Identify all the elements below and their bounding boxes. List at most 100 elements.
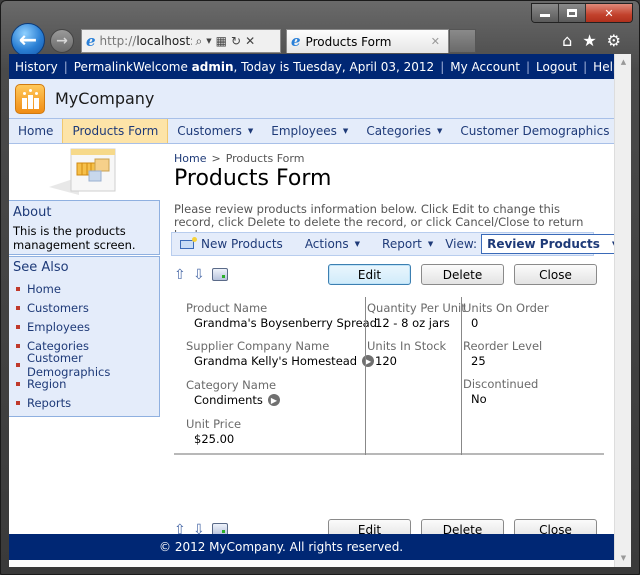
page-footer: © 2012 MyCompany. All rights reserved. bbox=[9, 534, 614, 560]
field-value: Grandma Kelly's Homestead ▶ bbox=[186, 354, 375, 368]
new-products-button[interactable]: New Products bbox=[172, 236, 291, 251]
field-value: Condiments ▶ bbox=[186, 393, 280, 407]
field-value: $25.00 bbox=[194, 432, 235, 446]
see-also-customer-demographics[interactable]: Customer Demographics bbox=[13, 351, 155, 379]
forward-button[interactable]: → bbox=[50, 29, 74, 53]
new-tab-button[interactable] bbox=[449, 29, 476, 53]
view-selected-value: Review Products bbox=[487, 237, 600, 251]
search-icon[interactable]: ⌕ bbox=[196, 34, 203, 49]
report-menu[interactable]: Report ▼ bbox=[368, 237, 441, 251]
see-also-panel: See Also Home Customers Employees Catego… bbox=[9, 256, 160, 417]
vertical-scrollbar[interactable]: ▲ ▼ bbox=[614, 54, 631, 567]
edit-button[interactable]: Edit bbox=[328, 264, 411, 285]
see-also-label: Region bbox=[27, 376, 67, 391]
browser-tab[interactable]: e Products Form ✕ bbox=[286, 29, 449, 53]
history-link[interactable]: History bbox=[15, 60, 58, 74]
address-url[interactable]: http://localhost:2 bbox=[100, 34, 192, 48]
see-also-home[interactable]: Home bbox=[13, 279, 155, 298]
welcome-date: , Today is Tuesday, April 03, 2012 bbox=[233, 59, 435, 74]
breadcrumb-home[interactable]: Home bbox=[174, 152, 206, 165]
go-to-category-icon[interactable]: ▶ bbox=[267, 394, 280, 406]
search-dropdown-icon[interactable]: ▼ bbox=[206, 37, 211, 45]
field-units-on-order: Units On Order 0 bbox=[463, 301, 549, 330]
close-button[interactable]: Close bbox=[514, 264, 597, 285]
bullet-icon bbox=[16, 286, 20, 291]
field-value: Grandma's Boysenberry Spread bbox=[194, 316, 378, 330]
stop-icon[interactable]: ✕ bbox=[245, 34, 255, 48]
next-record-icon[interactable]: ⇩ bbox=[193, 267, 207, 283]
back-icon: ← bbox=[18, 27, 38, 53]
copyright-text: © 2012 MyCompany. All rights reserved. bbox=[159, 540, 404, 554]
tab-close-icon[interactable]: ✕ bbox=[431, 35, 440, 48]
minimize-button[interactable] bbox=[532, 4, 559, 22]
gear-icon[interactable]: ⚙ bbox=[607, 31, 621, 50]
menu-item-home[interactable]: Home bbox=[9, 119, 62, 143]
field-units-in-stock: Units In Stock 120 bbox=[367, 339, 446, 368]
delete-button[interactable]: Delete bbox=[421, 264, 504, 285]
menu-item-customer-demographics[interactable]: Customer Demographics bbox=[451, 119, 614, 143]
separator: | bbox=[583, 59, 588, 74]
menu-item-categories[interactable]: Categories ▼ bbox=[357, 119, 451, 143]
company-name[interactable]: MyCompany bbox=[55, 89, 154, 108]
field-discontinued: Discontinued No bbox=[463, 377, 538, 406]
see-also-title: See Also bbox=[13, 260, 69, 275]
my-account-link[interactable]: My Account bbox=[450, 60, 520, 74]
logout-link[interactable]: Logout bbox=[536, 60, 577, 74]
back-button[interactable]: ← bbox=[11, 23, 45, 57]
ie-logo-icon: e bbox=[86, 31, 96, 50]
url-scheme: http:// bbox=[99, 34, 137, 48]
field-unit-price: Unit Price $25.00 bbox=[186, 417, 241, 446]
bullet-icon bbox=[16, 362, 20, 367]
print-icon[interactable] bbox=[212, 268, 228, 281]
chevron-down-icon: ▼ bbox=[437, 127, 443, 135]
menu-item-products-form[interactable]: Products Form bbox=[62, 119, 169, 143]
supplier-value: Grandma Kelly's Homestead bbox=[194, 354, 358, 368]
url-host: localhost:2 bbox=[136, 34, 191, 48]
about-panel: About This is the products management sc… bbox=[9, 200, 160, 255]
maximize-button[interactable] bbox=[559, 4, 586, 22]
see-also-employees[interactable]: Employees bbox=[13, 317, 155, 336]
permalink-link[interactable]: Permalink bbox=[74, 60, 133, 74]
see-also-label: Employees bbox=[27, 319, 90, 334]
new-record-icon bbox=[180, 236, 197, 249]
previous-record-icon[interactable]: ⇧ bbox=[174, 267, 188, 283]
menu-label: Categories bbox=[366, 124, 431, 138]
refresh-icon[interactable]: ↻ bbox=[231, 34, 241, 48]
see-also-reports[interactable]: Reports bbox=[13, 393, 155, 412]
menu-item-employees[interactable]: Employees ▼ bbox=[262, 119, 357, 143]
field-value: No bbox=[471, 392, 487, 406]
company-logo-icon[interactable] bbox=[15, 83, 45, 114]
field-category: Category Name Condiments ▶ bbox=[186, 378, 280, 407]
separator: | bbox=[63, 59, 68, 74]
address-bar[interactable]: e http://localhost:2 ⌕ ▼ ▦ ↻ ✕ bbox=[81, 29, 281, 53]
menu-label: Employees bbox=[271, 124, 337, 138]
see-also-label: Customer Demographics bbox=[27, 350, 111, 379]
home-icon[interactable]: ⌂ bbox=[562, 31, 572, 50]
chevron-down-icon: ▼ bbox=[247, 127, 254, 135]
menu-item-customers[interactable]: Customers ▼ bbox=[168, 119, 262, 143]
field-value: 120 bbox=[375, 354, 397, 368]
scroll-up-icon[interactable]: ▲ bbox=[615, 54, 631, 71]
field-value: 25 bbox=[471, 354, 486, 368]
breadcrumb-current: Products Form bbox=[225, 152, 305, 165]
close-icon: ✕ bbox=[604, 6, 614, 20]
username: admin bbox=[191, 59, 234, 74]
bullet-icon bbox=[16, 400, 20, 405]
scroll-down-icon[interactable]: ▼ bbox=[615, 550, 631, 567]
field-quantity-per-unit: Quantity Per Unit 12 - 8 oz jars bbox=[367, 301, 466, 330]
field-label: Units In Stock bbox=[367, 339, 447, 353]
field-label: Units On Order bbox=[463, 301, 549, 315]
products-illustration-icon bbox=[49, 148, 116, 195]
view-selector[interactable]: Review Products▼ bbox=[481, 234, 627, 254]
view-label: View: bbox=[445, 237, 478, 251]
favorites-star-icon[interactable]: ★ bbox=[582, 31, 596, 50]
bullet-icon bbox=[16, 381, 20, 386]
actions-menu[interactable]: Actions ▼ bbox=[291, 237, 368, 251]
see-also-label: Reports bbox=[27, 395, 72, 410]
compat-view-icon[interactable]: ▦ bbox=[216, 34, 227, 48]
minimize-icon bbox=[540, 14, 550, 17]
see-also-customers[interactable]: Customers bbox=[13, 298, 155, 317]
close-window-button[interactable]: ✕ bbox=[586, 4, 632, 22]
bullet-icon bbox=[16, 324, 20, 329]
form-buttons-top: ⇧ ⇩ Edit Delete Close bbox=[174, 264, 599, 286]
